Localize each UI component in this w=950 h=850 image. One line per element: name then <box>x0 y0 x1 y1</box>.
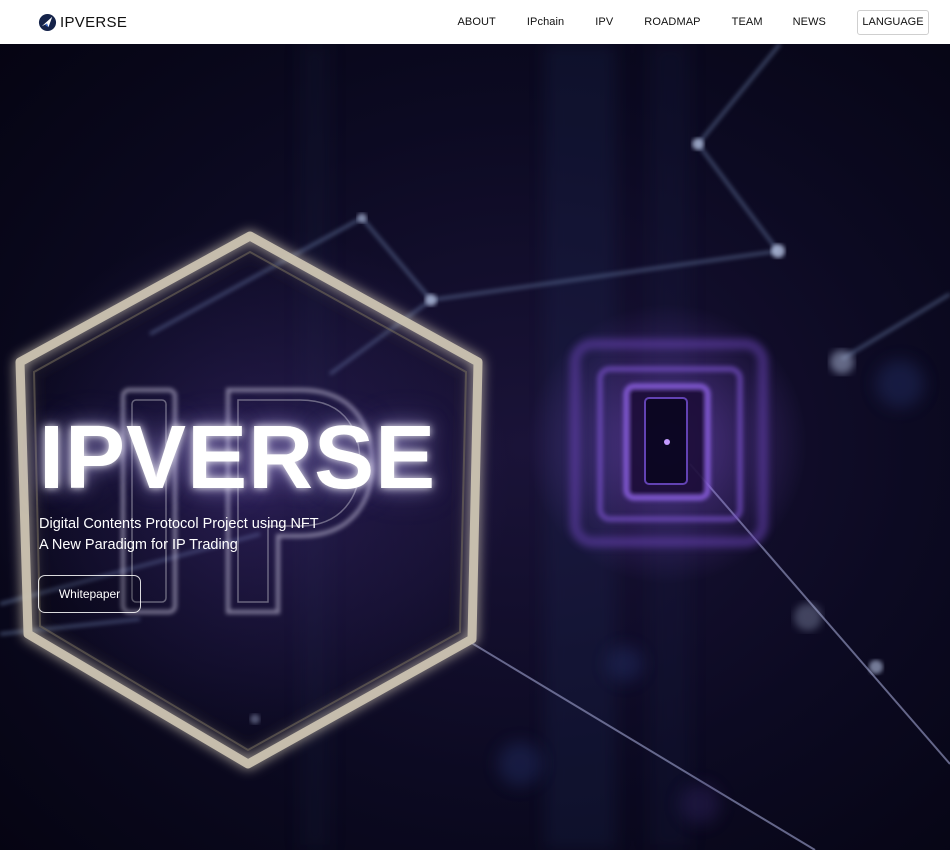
compass-arrow-icon <box>38 13 57 31</box>
nav-item-about[interactable]: ABOUT <box>457 16 495 28</box>
nav-item-ipv[interactable]: IPV <box>595 16 613 28</box>
nav-item-team[interactable]: TEAM <box>732 16 763 28</box>
brand-logo[interactable]: IPVERSE <box>38 13 127 32</box>
language-button[interactable]: LANGUAGE <box>857 9 929 35</box>
hero-title: IPVERSE <box>39 408 437 508</box>
hero-subtitle: Digital Contents Protocol Project using … <box>39 514 319 556</box>
hero-section: IPVERSE Digital Contents Protocol Projec… <box>0 44 950 850</box>
nav-item-news[interactable]: NEWS <box>793 16 826 28</box>
whitepaper-button[interactable]: Whitepaper <box>38 575 141 613</box>
hero-subtitle-line-2: A New Paradigm for IP Trading <box>39 537 238 553</box>
brand-name: IPVERSE <box>60 13 128 31</box>
nav-item-roadmap[interactable]: ROADMAP <box>644 16 700 28</box>
hero-subtitle-line-1: Digital Contents Protocol Project using … <box>39 516 319 532</box>
top-navbar: IPVERSE ABOUT IPchain IPV ROADMAP TEAM N… <box>0 0 950 44</box>
nav-item-ipchain[interactable]: IPchain <box>527 16 564 28</box>
main-nav: ABOUT IPchain IPV ROADMAP TEAM NEWS LANG… <box>457 9 929 35</box>
